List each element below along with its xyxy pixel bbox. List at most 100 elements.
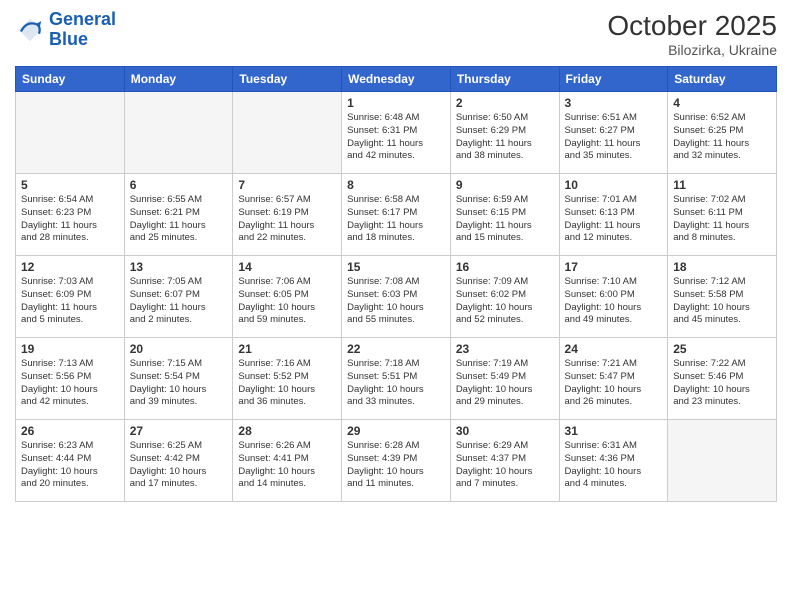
calendar-cell: 15Sunrise: 7:08 AM Sunset: 6:03 PM Dayli…: [342, 256, 451, 338]
calendar-cell: 27 Sunrise: 6:25 AM Sunset: 4:42 PM Dayli…: [124, 420, 233, 502]
cell-date-number: 7: [238, 178, 336, 192]
cell-info-text: Sunrise: 7:15 AM Sunset: 5:54 PM Dayligh…: [130, 358, 228, 409]
cell-info-text: Sunrise: 6:57 AM Sunset: 6:19 PM Dayligh…: [238, 194, 336, 245]
cell-date-number: 19: [21, 342, 119, 356]
calendar-cell: 25 Sunrise: 7:22 AM Sunset: 5:46 PM Dayli…: [668, 338, 777, 420]
cell-date-number: 14: [238, 260, 336, 274]
weekday-header-tuesday: Tuesday: [233, 67, 342, 92]
cell-date-number: 21: [238, 342, 336, 356]
cell-date-number: 5: [21, 178, 119, 192]
calendar-cell: [233, 92, 342, 174]
cell-info-text: Sunrise: 7:16 AM Sunset: 5:52 PM Dayligh…: [238, 358, 336, 409]
calendar-cell: 3 Sunrise: 6:51 AM Sunset: 6:27 PM Daylig…: [559, 92, 668, 174]
logo-icon: [15, 15, 45, 45]
calendar-table: SundayMondayTuesdayWednesdayThursdayFrid…: [15, 66, 777, 502]
cell-date-number: 9: [456, 178, 554, 192]
cell-date-number: 15: [347, 260, 445, 274]
cell-info-text: Sunrise: 7:03 AM Sunset: 6:09 PM Dayligh…: [21, 276, 119, 327]
cell-info-text: Sunrise: 6:58 AM Sunset: 6:17 PM Dayligh…: [347, 194, 445, 245]
cell-date-number: 12: [21, 260, 119, 274]
cell-info-text: Sunrise: 6:25 AM Sunset: 4:42 PM Dayligh…: [130, 440, 228, 491]
week-row-1: 1 Sunrise: 6:48 AM Sunset: 6:31 PM Daylig…: [16, 92, 777, 174]
cell-date-number: 16: [456, 260, 554, 274]
weekday-header-row: SundayMondayTuesdayWednesdayThursdayFrid…: [16, 67, 777, 92]
week-row-4: 19Sunrise: 7:13 AM Sunset: 5:56 PM Dayli…: [16, 338, 777, 420]
cell-date-number: 6: [130, 178, 228, 192]
weekday-header-monday: Monday: [124, 67, 233, 92]
calendar-cell: 10Sunrise: 7:01 AM Sunset: 6:13 PM Dayli…: [559, 174, 668, 256]
cell-info-text: Sunrise: 7:19 AM Sunset: 5:49 PM Dayligh…: [456, 358, 554, 409]
calendar-cell: 20 Sunrise: 7:15 AM Sunset: 5:54 PM Dayli…: [124, 338, 233, 420]
location-subtitle: Bilozirka, Ukraine: [607, 42, 777, 58]
cell-info-text: Sunrise: 7:02 AM Sunset: 6:11 PM Dayligh…: [673, 194, 771, 245]
weekday-header-wednesday: Wednesday: [342, 67, 451, 92]
calendar-cell: 16 Sunrise: 7:09 AM Sunset: 6:02 PM Dayli…: [450, 256, 559, 338]
cell-date-number: 2: [456, 96, 554, 110]
week-row-2: 5Sunrise: 6:54 AM Sunset: 6:23 PM Daylig…: [16, 174, 777, 256]
calendar-cell: 4Sunrise: 6:52 AM Sunset: 6:25 PM Daylig…: [668, 92, 777, 174]
cell-date-number: 8: [347, 178, 445, 192]
cell-date-number: 1: [347, 96, 445, 110]
calendar-cell: 28 Sunrise: 6:26 AM Sunset: 4:41 PM Dayli…: [233, 420, 342, 502]
weekday-header-thursday: Thursday: [450, 67, 559, 92]
cell-date-number: 27: [130, 424, 228, 438]
cell-info-text: Sunrise: 6:48 AM Sunset: 6:31 PM Dayligh…: [347, 112, 445, 163]
calendar-cell: 5Sunrise: 6:54 AM Sunset: 6:23 PM Daylig…: [16, 174, 125, 256]
calendar-cell: 21 Sunrise: 7:16 AM Sunset: 5:52 PM Dayli…: [233, 338, 342, 420]
calendar-cell: 17 Sunrise: 7:10 AM Sunset: 6:00 PM Dayli…: [559, 256, 668, 338]
week-row-5: 26Sunrise: 6:23 AM Sunset: 4:44 PM Dayli…: [16, 420, 777, 502]
cell-info-text: Sunrise: 7:12 AM Sunset: 5:58 PM Dayligh…: [673, 276, 771, 327]
cell-info-text: Sunrise: 7:22 AM Sunset: 5:46 PM Dayligh…: [673, 358, 771, 409]
header: General Blue October 2025 Bilozirka, Ukr…: [15, 10, 777, 58]
cell-info-text: Sunrise: 7:05 AM Sunset: 6:07 PM Dayligh…: [130, 276, 228, 327]
calendar-cell: 14Sunrise: 7:06 AM Sunset: 6:05 PM Dayli…: [233, 256, 342, 338]
calendar-cell: 30Sunrise: 6:29 AM Sunset: 4:37 PM Dayli…: [450, 420, 559, 502]
calendar-cell: 22Sunrise: 7:18 AM Sunset: 5:51 PM Dayli…: [342, 338, 451, 420]
cell-date-number: 28: [238, 424, 336, 438]
cell-date-number: 13: [130, 260, 228, 274]
calendar-cell: [16, 92, 125, 174]
calendar-cell: 23 Sunrise: 7:19 AM Sunset: 5:49 PM Dayli…: [450, 338, 559, 420]
calendar-cell: 2 Sunrise: 6:50 AM Sunset: 6:29 PM Daylig…: [450, 92, 559, 174]
cell-date-number: 31: [565, 424, 663, 438]
cell-date-number: 24: [565, 342, 663, 356]
cell-info-text: Sunrise: 7:21 AM Sunset: 5:47 PM Dayligh…: [565, 358, 663, 409]
cell-info-text: Sunrise: 6:26 AM Sunset: 4:41 PM Dayligh…: [238, 440, 336, 491]
cell-info-text: Sunrise: 6:31 AM Sunset: 4:36 PM Dayligh…: [565, 440, 663, 491]
calendar-cell: 13 Sunrise: 7:05 AM Sunset: 6:07 PM Dayli…: [124, 256, 233, 338]
calendar-cell: [668, 420, 777, 502]
calendar-cell: [124, 92, 233, 174]
title-area: October 2025 Bilozirka, Ukraine: [607, 10, 777, 58]
calendar-cell: 29 Sunrise: 6:28 AM Sunset: 4:39 PM Dayli…: [342, 420, 451, 502]
cell-info-text: Sunrise: 6:59 AM Sunset: 6:15 PM Dayligh…: [456, 194, 554, 245]
cell-date-number: 20: [130, 342, 228, 356]
cell-info-text: Sunrise: 6:50 AM Sunset: 6:29 PM Dayligh…: [456, 112, 554, 163]
month-title: October 2025: [607, 10, 777, 42]
calendar-cell: 18 Sunrise: 7:12 AM Sunset: 5:58 PM Dayli…: [668, 256, 777, 338]
calendar-cell: 9 Sunrise: 6:59 AM Sunset: 6:15 PM Daylig…: [450, 174, 559, 256]
cell-info-text: Sunrise: 6:28 AM Sunset: 4:39 PM Dayligh…: [347, 440, 445, 491]
cell-info-text: Sunrise: 6:51 AM Sunset: 6:27 PM Dayligh…: [565, 112, 663, 163]
cell-date-number: 17: [565, 260, 663, 274]
weekday-header-friday: Friday: [559, 67, 668, 92]
calendar-cell: 31 Sunrise: 6:31 AM Sunset: 4:36 PM Dayli…: [559, 420, 668, 502]
calendar-cell: 1 Sunrise: 6:48 AM Sunset: 6:31 PM Daylig…: [342, 92, 451, 174]
cell-date-number: 11: [673, 178, 771, 192]
logo: General Blue: [15, 10, 116, 50]
cell-info-text: Sunrise: 7:09 AM Sunset: 6:02 PM Dayligh…: [456, 276, 554, 327]
cell-date-number: 23: [456, 342, 554, 356]
cell-date-number: 18: [673, 260, 771, 274]
cell-date-number: 25: [673, 342, 771, 356]
calendar-page: General Blue October 2025 Bilozirka, Ukr…: [0, 0, 792, 612]
cell-info-text: Sunrise: 7:10 AM Sunset: 6:00 PM Dayligh…: [565, 276, 663, 327]
cell-info-text: Sunrise: 6:29 AM Sunset: 4:37 PM Dayligh…: [456, 440, 554, 491]
cell-date-number: 29: [347, 424, 445, 438]
calendar-cell: 26Sunrise: 6:23 AM Sunset: 4:44 PM Dayli…: [16, 420, 125, 502]
calendar-cell: 8 Sunrise: 6:58 AM Sunset: 6:17 PM Daylig…: [342, 174, 451, 256]
logo-text: General Blue: [49, 10, 116, 50]
week-row-3: 12 Sunrise: 7:03 AM Sunset: 6:09 PM Dayli…: [16, 256, 777, 338]
cell-date-number: 3: [565, 96, 663, 110]
calendar-cell: 12 Sunrise: 7:03 AM Sunset: 6:09 PM Dayli…: [16, 256, 125, 338]
cell-info-text: Sunrise: 6:52 AM Sunset: 6:25 PM Dayligh…: [673, 112, 771, 163]
calendar-cell: 19Sunrise: 7:13 AM Sunset: 5:56 PM Dayli…: [16, 338, 125, 420]
